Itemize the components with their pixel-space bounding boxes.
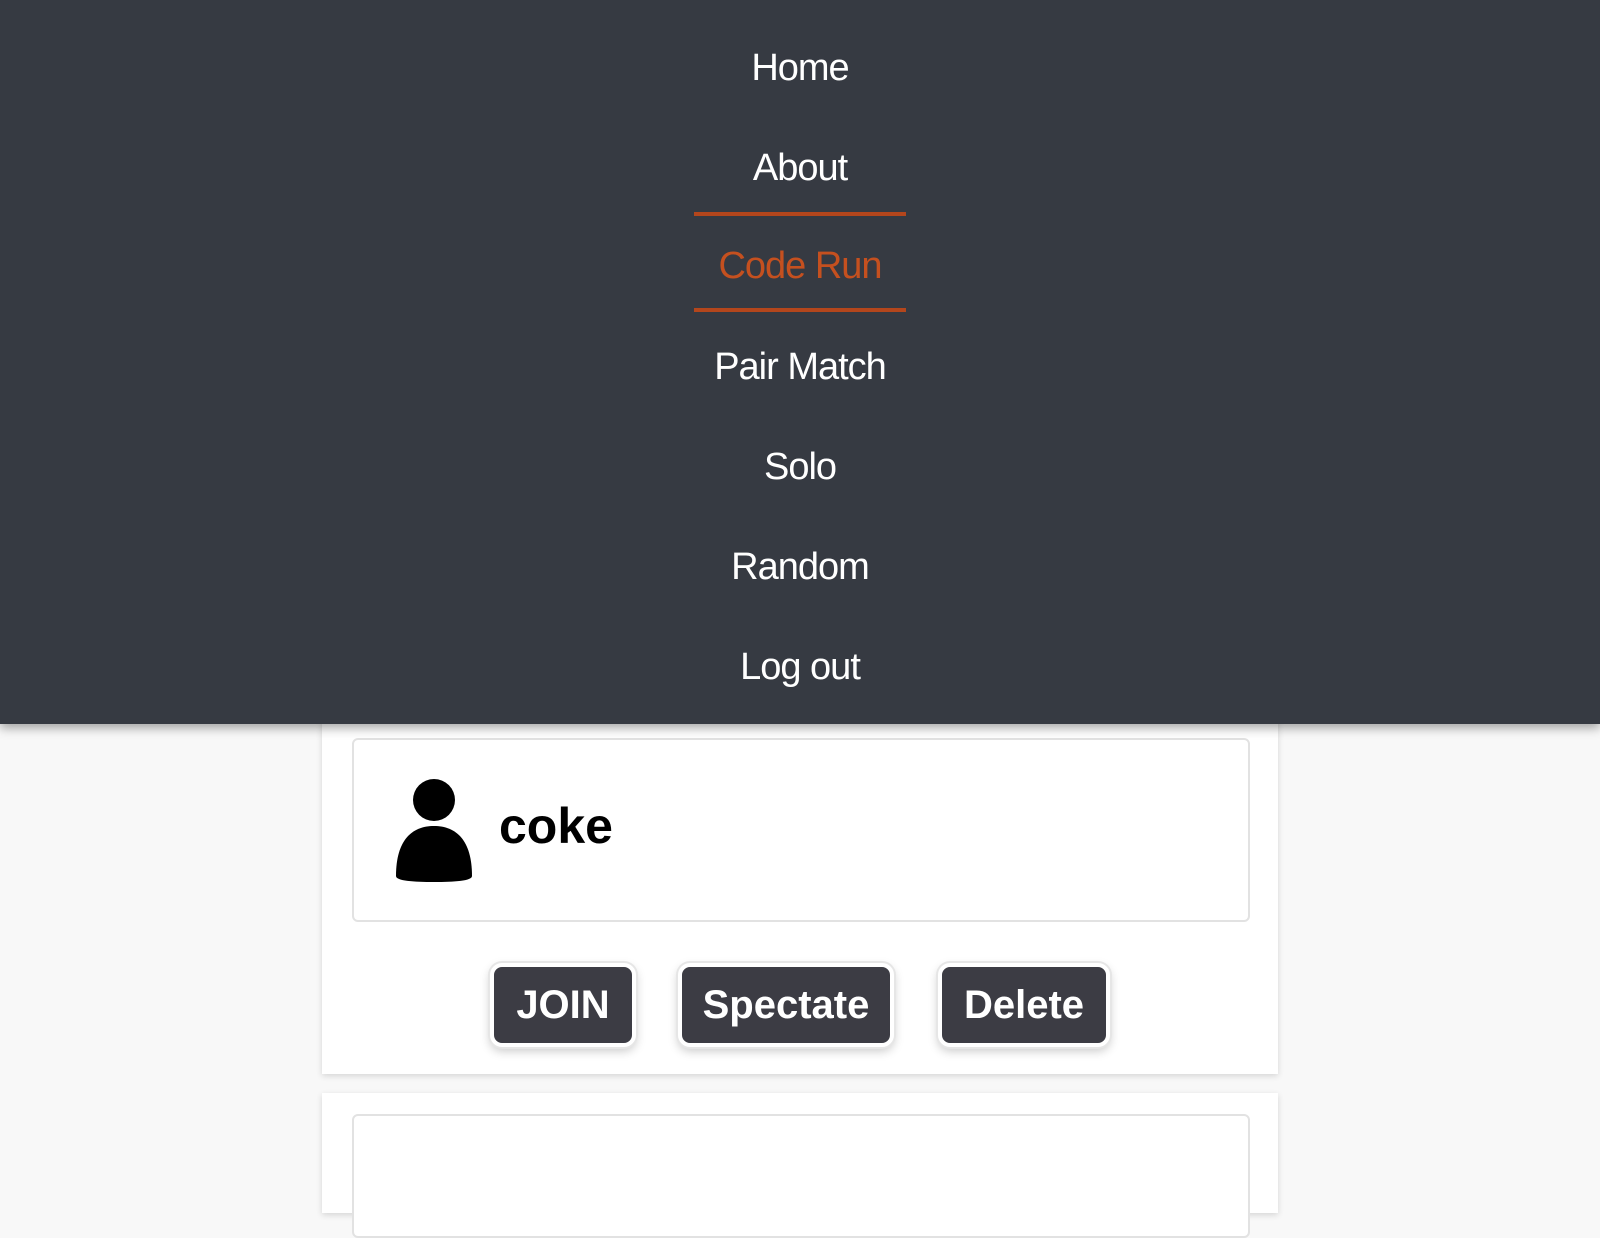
- spectate-button[interactable]: Spectate: [678, 963, 894, 1047]
- room-card: coke JOIN Spectate Delete: [322, 680, 1278, 1074]
- host-user-box: coke: [352, 738, 1250, 922]
- nav-item-code-run[interactable]: Code Run: [0, 216, 1600, 316]
- nav-item-pair-match[interactable]: Pair Match: [0, 317, 1600, 417]
- nav-item-random[interactable]: Random: [0, 517, 1600, 617]
- nav-item-about[interactable]: About: [0, 118, 1600, 218]
- nav-item-solo[interactable]: Solo: [0, 417, 1600, 517]
- join-button[interactable]: JOIN: [490, 963, 636, 1047]
- nav-item-home[interactable]: Home: [0, 18, 1600, 118]
- room-actions: JOIN Spectate Delete: [322, 963, 1278, 1053]
- nav-item-log-out[interactable]: Log out: [0, 617, 1600, 717]
- active-indicator-top: [694, 212, 906, 216]
- host-username: coke: [499, 798, 613, 854]
- nav-menu: Home About Code Run Pair Match Solo Rand…: [0, 0, 1600, 724]
- active-indicator-bottom: [694, 308, 906, 312]
- delete-button[interactable]: Delete: [938, 963, 1110, 1047]
- room-card: [322, 1093, 1278, 1238]
- user-icon: [396, 779, 472, 882]
- host-user-box: [352, 1114, 1250, 1238]
